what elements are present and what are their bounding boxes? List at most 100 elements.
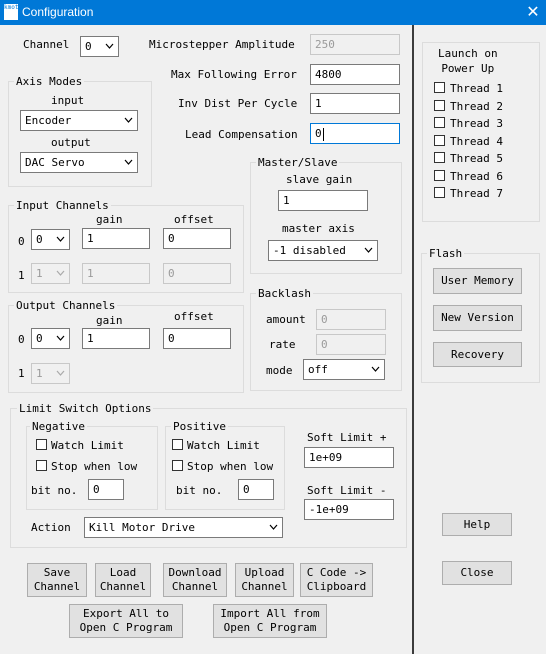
save-channel-button[interactable]: Save Channel <box>27 563 87 597</box>
input-row-index: 1 <box>18 269 25 282</box>
input-offset-0-field[interactable]: 0 <box>163 228 231 249</box>
thread-4-checkbox[interactable] <box>434 135 445 146</box>
upload-channel-button[interactable]: Upload Channel <box>235 563 294 597</box>
microstepper-amplitude-field[interactable]: 250 <box>310 34 400 55</box>
thread-4-label: Thread 4 <box>450 135 503 148</box>
chevron-down-icon <box>56 370 65 376</box>
positive-watch-limit-checkbox[interactable] <box>172 439 183 450</box>
thread-7-label: Thread 7 <box>450 187 503 200</box>
backlash-rate-label: rate <box>269 338 296 351</box>
input-gain-header: gain <box>96 213 123 226</box>
window-title: Configuration <box>22 5 94 19</box>
thread-1-checkbox[interactable] <box>434 82 445 93</box>
output-offset-0-field[interactable]: 0 <box>163 328 231 349</box>
new-version-button[interactable]: New Version <box>433 305 522 331</box>
soft-limit-minus-field[interactable]: -1e+09 <box>304 499 394 520</box>
input-gain-0-field[interactable]: 1 <box>82 228 150 249</box>
thread-7-checkbox[interactable] <box>434 187 445 198</box>
export-all-button[interactable]: Export All to Open C Program <box>69 604 183 638</box>
panel-divider <box>412 25 414 654</box>
c-code-clipboard-button[interactable]: C Code -> Clipboard <box>300 563 373 597</box>
chevron-down-icon <box>124 117 133 123</box>
output-channel-1-select: 1 <box>31 363 70 384</box>
axis-input-select[interactable]: Encoder <box>20 110 138 131</box>
positive-stop-when-low-checkbox[interactable] <box>172 460 183 471</box>
inv-dist-per-cycle-field[interactable]: 1 <box>310 93 400 114</box>
negative-stop-when-low-label: Stop when low <box>51 460 138 473</box>
backlash-rate-field: 0 <box>316 334 386 355</box>
channel-label: Channel <box>23 38 70 51</box>
thread-6-checkbox[interactable] <box>434 170 445 181</box>
download-channel-button[interactable]: Download Channel <box>163 563 227 597</box>
thread-5-label: Thread 5 <box>450 152 503 165</box>
axis-modes-title: Axis Modes <box>14 75 85 88</box>
user-memory-button[interactable]: User Memory <box>433 268 522 294</box>
thread-5-checkbox[interactable] <box>434 152 445 163</box>
input-offset-header: offset <box>174 213 214 226</box>
output-channels-title: Output Channels <box>14 299 118 312</box>
negative-watch-limit-checkbox[interactable] <box>36 439 47 450</box>
channel-select[interactable]: 0 <box>80 36 119 57</box>
limit-switch-title: Limit Switch Options <box>17 402 154 415</box>
master-slave-title: Master/Slave <box>256 156 340 169</box>
output-channel-0-select[interactable]: 0 <box>31 328 70 349</box>
positive-title: Positive <box>171 420 228 433</box>
master-axis-label: master axis <box>282 222 355 235</box>
soft-limit-plus-label: Soft Limit + <box>307 431 387 444</box>
axis-output-select[interactable]: DAC Servo <box>20 152 138 173</box>
chevron-down-icon <box>124 159 133 165</box>
axis-input-label: input <box>51 94 85 107</box>
flash-title: Flash <box>427 247 465 260</box>
slave-gain-field[interactable]: 1 <box>278 190 368 211</box>
output-row-index: 1 <box>18 367 25 380</box>
launch-on-power-up-title: Launch on Power Up <box>436 46 500 76</box>
thread-2-label: Thread 2 <box>450 100 503 113</box>
axis-output-label: output <box>51 136 91 149</box>
chevron-down-icon <box>56 270 65 276</box>
action-select[interactable]: Kill Motor Drive <box>84 517 283 538</box>
import-all-button[interactable]: Import All from Open C Program <box>213 604 327 638</box>
input-channel-1-select: 1 <box>31 263 70 284</box>
negative-stop-when-low-checkbox[interactable] <box>36 460 47 471</box>
title-bar: kmotion Configuration ✕ <box>0 0 546 25</box>
chevron-down-icon <box>364 247 373 253</box>
chevron-down-icon <box>56 335 65 341</box>
max-following-error-field[interactable]: 4800 <box>310 64 400 85</box>
backlash-title: Backlash <box>256 287 313 300</box>
output-row-index: 0 <box>18 333 25 346</box>
thread-2-checkbox[interactable] <box>434 100 445 111</box>
close-button[interactable]: Close <box>442 561 512 585</box>
max-following-error-label: Max Following Error <box>171 68 297 81</box>
action-label: Action <box>31 521 71 534</box>
negative-watch-limit-label: Watch Limit <box>51 439 124 452</box>
output-gain-0-field[interactable]: 1 <box>82 328 150 349</box>
positive-bit-no-label: bit no. <box>176 484 223 497</box>
recovery-button[interactable]: Recovery <box>433 342 522 367</box>
negative-bit-no-label: bit no. <box>31 484 78 497</box>
input-channel-0-select[interactable]: 0 <box>31 229 70 250</box>
backlash-mode-select[interactable]: off <box>303 359 385 380</box>
positive-stop-when-low-label: Stop when low <box>187 460 274 473</box>
chevron-down-icon <box>56 236 65 242</box>
chevron-down-icon <box>105 43 114 49</box>
microstepper-amplitude-label: Microstepper Amplitude <box>149 38 295 51</box>
master-axis-select[interactable]: -1 disabled <box>268 240 378 261</box>
backlash-mode-label: mode <box>266 364 293 377</box>
thread-6-label: Thread 6 <box>450 170 503 183</box>
inv-dist-per-cycle-label: Inv Dist Per Cycle <box>178 97 298 110</box>
load-channel-button[interactable]: Load Channel <box>95 563 151 597</box>
help-button[interactable]: Help <box>442 513 512 536</box>
slave-gain-label: slave gain <box>286 173 353 186</box>
thread-1-label: Thread 1 <box>450 82 503 95</box>
lead-compensation-field[interactable]: 0 <box>310 123 400 144</box>
thread-3-checkbox[interactable] <box>434 117 445 128</box>
positive-bit-no-field[interactable]: 0 <box>238 479 274 500</box>
close-icon[interactable]: ✕ <box>520 0 546 25</box>
soft-limit-plus-field[interactable]: 1e+09 <box>304 447 394 468</box>
negative-bit-no-field[interactable]: 0 <box>88 479 124 500</box>
backlash-amount-field: 0 <box>316 309 386 330</box>
input-gain-1-field: 1 <box>82 263 150 284</box>
positive-watch-limit-label: Watch Limit <box>187 439 260 452</box>
chevron-down-icon <box>371 366 380 372</box>
soft-limit-minus-label: Soft Limit - <box>307 484 387 497</box>
